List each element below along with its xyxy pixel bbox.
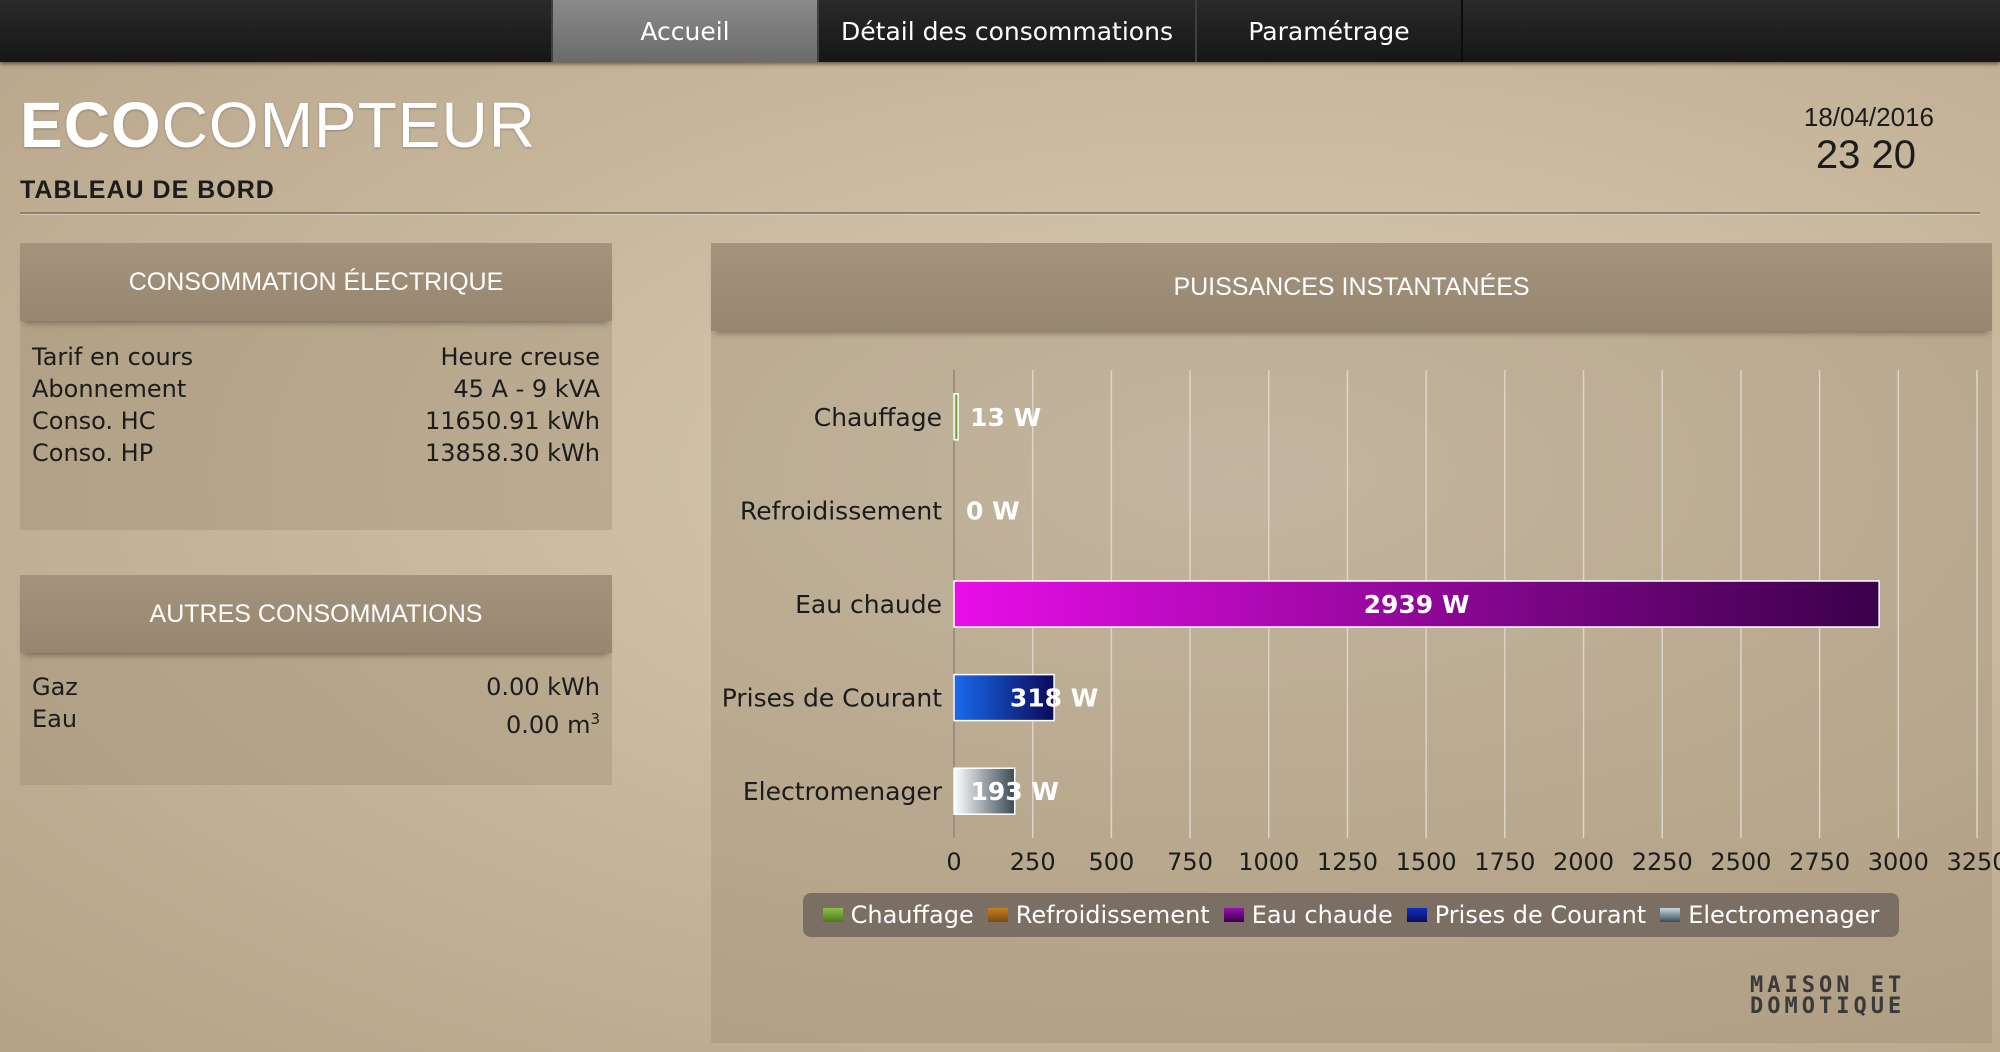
electric-consumption-panel: CONSOMMATION ÉLECTRIQUE Tarif en cours He… — [20, 243, 612, 530]
row-value-text: 0.00 m — [506, 711, 591, 739]
legend-label: Prises de Courant — [1434, 901, 1647, 929]
brand-logo: MAISON ET DOMOTIQUE — [1750, 973, 1906, 1019]
list-item: Conso. HP 13858.30 kWh — [20, 437, 612, 469]
row-value: Heure creuse — [440, 343, 600, 371]
legend-item[interactable]: Eau chaude — [1223, 901, 1393, 929]
list-item: Abonnement 45 A - 9 kVA — [20, 373, 612, 405]
tab-detail-consommations[interactable]: Détail des consommations — [817, 0, 1197, 62]
legend-label: Chauffage — [850, 901, 974, 929]
header-divider — [20, 212, 1980, 214]
legend-label: Eau chaude — [1251, 901, 1393, 929]
row-value: 0.00 kWh — [486, 673, 600, 701]
current-time: 23 20 — [1815, 133, 1916, 177]
app-title: ECOCOMPTEUR — [20, 88, 536, 162]
other-consumption-list: Gaz 0.00 kWh Eau 0.00 m3 — [20, 653, 612, 739]
legend-label: Electromenager — [1688, 901, 1880, 929]
page-title: TABLEAU DE BORD — [20, 176, 275, 204]
other-consumption-title: AUTRES CONSOMMATIONS — [20, 575, 612, 653]
logo-line1: MAISON ET — [1750, 973, 1906, 998]
other-consumption-panel: AUTRES CONSOMMATIONS Gaz 0.00 kWh Eau 0.00… — [20, 575, 612, 785]
list-item: Conso. HC 11650.91 kWh — [20, 405, 612, 437]
row-value: 13858.30 kWh — [425, 439, 600, 467]
legend-swatch — [1660, 908, 1681, 922]
list-item: Tarif en cours Heure creuse — [20, 341, 612, 373]
tab-parametrage[interactable]: Paramétrage — [1195, 0, 1463, 62]
legend-item[interactable]: Chauffage — [822, 901, 974, 929]
tab-accueil[interactable]: Accueil — [551, 0, 819, 62]
legend-swatch — [822, 908, 843, 922]
row-label: Tarif en cours — [32, 343, 194, 371]
legend-swatch — [987, 908, 1008, 922]
brand-rest: COMPTEUR — [161, 89, 536, 161]
row-value: 45 A - 9 kVA — [453, 375, 600, 403]
legend-swatch — [1223, 908, 1244, 922]
row-label: Conso. HP — [32, 439, 154, 467]
row-label: Abonnement — [32, 375, 187, 403]
chart-legend: Chauffage Refroidissement Eau chaude Prises… — [803, 893, 1899, 937]
list-item: Eau 0.00 m3 — [20, 703, 612, 739]
row-label: Gaz — [32, 673, 78, 701]
electric-consumption-list: Tarif en cours Heure creuse Abonnement 45 … — [20, 321, 612, 469]
top-nav: Accueil Détail des consommations Paramét… — [0, 0, 2000, 62]
list-item: Gaz 0.00 kWh — [20, 671, 612, 703]
row-label: Eau — [32, 705, 78, 733]
electric-consumption-title: CONSOMMATION ÉLECTRIQUE — [20, 243, 612, 321]
legend-label: Refroidissement — [1015, 901, 1210, 929]
row-label: Conso. HC — [32, 407, 156, 435]
legend-swatch — [1406, 908, 1427, 922]
unit-exponent: 3 — [590, 710, 600, 728]
legend-item[interactable]: Refroidissement — [987, 901, 1210, 929]
instant-power-title: PUISSANCES INSTANTANÉES — [711, 243, 1992, 331]
row-value: 0.00 m3 — [506, 703, 600, 739]
logo-line2: DOMOTIQUE — [1750, 994, 1906, 1019]
row-value: 11650.91 kWh — [425, 407, 600, 435]
brand-bold: ECO — [20, 89, 162, 161]
legend-item[interactable]: Prises de Courant — [1406, 901, 1647, 929]
legend-item[interactable]: Electromenager — [1660, 901, 1879, 929]
current-date: 18/04/2016 — [1803, 102, 1934, 132]
